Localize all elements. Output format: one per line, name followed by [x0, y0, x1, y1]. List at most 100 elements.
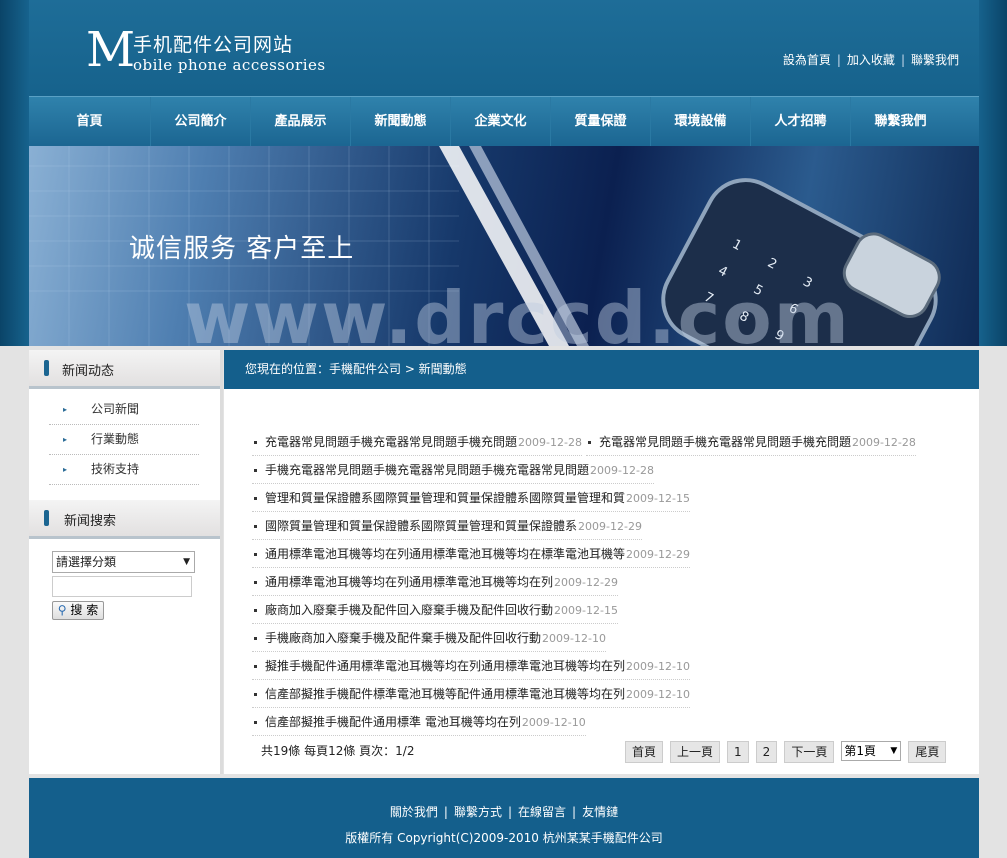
nav-news[interactable]: 新聞動態	[351, 97, 451, 147]
news-item[interactable]: 信產部擬推手機配件通用標準 電池耳機等均在列2009-12-10	[252, 714, 586, 736]
news-date: 2009-12-28	[851, 436, 916, 449]
news-row: 手機充電器常見問題手機充電器常見問題手機充電器常見問題2009-12-28	[252, 462, 920, 490]
set-homepage-link[interactable]: 設為首頁	[783, 53, 831, 67]
news-row: 國際質量管理和質量保證體系國際質量管理和質量保證體系2009-12-29	[252, 518, 920, 546]
footer-link-friends[interactable]: 友情鏈	[582, 805, 618, 819]
header-bar-icon	[44, 360, 49, 376]
category-select-value: 請選擇分類	[56, 555, 117, 569]
search-input[interactable]	[52, 576, 192, 597]
news-item[interactable]: 廠商加入廢棄手機及配件回入廢棄手機及配件回收行動2009-12-15	[252, 602, 618, 624]
first-page-button[interactable]: 首頁	[625, 741, 664, 763]
news-item[interactable]: 國際質量管理和質量保證體系國際質量管理和質量保證體系2009-12-29	[252, 518, 642, 540]
sidebar-item-label: 行業動態	[91, 432, 140, 446]
banner: 123 456 789 www.drccd.com 诚信服务 客户至上	[29, 146, 979, 346]
news-panel-title: 新闻动态	[62, 364, 115, 379]
nav-jobs[interactable]: 人才招聘	[751, 97, 851, 147]
news-item[interactable]: 充電器常見問題手機充電器常見問題手機充問題2009-12-28	[252, 434, 582, 456]
news-title: 管理和質量保證體系國際質量管理和質量保證體系國際質量管理和質	[265, 491, 626, 505]
news-item[interactable]: 通用標準電池耳機等均在列通用標準電池耳機等均在列2009-12-29	[252, 574, 618, 596]
news-item[interactable]: 擬推手機配件通用標準電池耳機等均在列通用標準電池耳機等均在列2009-12-10	[252, 658, 690, 680]
copyright: 版權所有 Copyright(C)2009-2010 杭州某某手機配件公司	[345, 831, 663, 845]
news-category-list: ▸ 公司新聞 ▸ 行業動態 ▸ 技術支持	[49, 395, 199, 485]
category-select[interactable]: 請選擇分類 ▼	[52, 551, 195, 573]
news-item[interactable]: 信產部擬推手機配件標準電池耳機等配件通用標準電池耳機等均在列2009-12-10	[252, 686, 690, 708]
sidebar-item-label: 技術支持	[91, 462, 140, 476]
nav-culture[interactable]: 企業文化	[451, 97, 551, 147]
search-button[interactable]: ⚲ 搜 索	[52, 601, 104, 620]
news-row: 信產部擬推手機配件標準電池耳機等配件通用標準電池耳機等均在列2009-12-10	[252, 686, 920, 714]
news-title: 廠商加入廢棄手機及配件回入廢棄手機及配件回收行動	[265, 603, 554, 617]
nav-home[interactable]: 首頁	[29, 97, 151, 147]
news-title: 國際質量管理和質量保證體系國際質量管理和質量保證體系	[265, 519, 578, 533]
footer-link-about[interactable]: 關於我們	[390, 805, 438, 819]
nav-contact[interactable]: 聯繫我們	[851, 97, 950, 147]
news-row: 信產部擬推手機配件通用標準 電池耳機等均在列2009-12-10	[252, 714, 920, 742]
news-row: 管理和質量保證體系國際質量管理和質量保證體系國際質量管理和質2009-12-15	[252, 490, 920, 518]
news-date: 2009-12-10	[521, 716, 586, 729]
last-page-button[interactable]: 尾頁	[908, 741, 947, 763]
pagination: 首頁 上一頁 1 2 下一頁 第1頁 ▼ 尾頁	[625, 741, 953, 763]
main-content: 您現在的位置：手機配件公司 > 新聞動態 充電器常見問題手機充電器常見問題手機充…	[224, 350, 979, 774]
arrow-right-icon: ▸	[63, 405, 68, 414]
separator: |	[836, 53, 841, 67]
sidebar-item-company-news[interactable]: ▸ 公司新聞	[49, 395, 199, 425]
news-title: 擬推手機配件通用標準電池耳機等均在列通用標準電池耳機等均在列	[265, 659, 626, 673]
footer-link-message[interactable]: 在線留言	[518, 805, 566, 819]
news-date: 2009-12-15	[554, 604, 618, 617]
news-panel-header: 新闻动态	[29, 350, 220, 389]
sidebar: 新闻动态 ▸ 公司新聞 ▸ 行業動態 ▸ 技術支持 新闻搜索 請選擇分類 ▼ ⚲…	[29, 350, 223, 774]
news-title: 信產部擬推手機配件通用標準 電池耳機等均在列	[265, 715, 521, 729]
banner-watermark: www.drccd.com	[184, 276, 851, 346]
page-select[interactable]: 第1頁 ▼	[841, 741, 902, 761]
nav-about[interactable]: 公司簡介	[151, 97, 251, 147]
nav-products[interactable]: 產品展示	[251, 97, 351, 147]
prev-page-button[interactable]: 上一頁	[670, 741, 721, 763]
sidebar-item-industry-news[interactable]: ▸ 行業動態	[49, 425, 199, 455]
separator: |	[572, 805, 577, 819]
news-date: 2009-12-10	[626, 660, 690, 673]
contact-link[interactable]: 聯繫我們	[911, 53, 959, 67]
breadcrumb: 您現在的位置：手機配件公司 > 新聞動態	[224, 350, 979, 389]
next-page-button[interactable]: 下一頁	[784, 741, 835, 763]
sidebar-item-tech-support[interactable]: ▸ 技術支持	[49, 455, 199, 485]
news-row: 通用標準電池耳機等均在列通用標準電池耳機等均在列2009-12-29	[252, 574, 920, 602]
search-form: 請選擇分類 ▼ ⚲ 搜 索	[29, 539, 220, 620]
arrow-right-icon: ▸	[63, 465, 68, 474]
add-favorite-link[interactable]: 加入收藏	[847, 53, 895, 67]
chevron-down-icon: ▼	[183, 557, 190, 567]
header: M 手机配件公司网站 obile phone accessories 設為首頁 |…	[29, 0, 979, 96]
arrow-right-icon: ▸	[63, 435, 68, 444]
nav-quality[interactable]: 質量保證	[551, 97, 651, 147]
news-date: 2009-12-10	[542, 632, 606, 645]
logo-subtitle: obile phone accessories	[133, 56, 326, 74]
footer: 關於我們 | 聯繫方式 | 在線留言 | 友情鏈 版權所有 Copyright(C)2009…	[29, 778, 979, 858]
top-links: 設為首頁 | 加入收藏 | 聯繫我們	[783, 51, 959, 68]
news-item[interactable]: 充電器常見問題手機充電器常見問題手機充問題2009-12-28	[585, 434, 916, 456]
news-list: 充電器常見問題手機充電器常見問題手機充問題2009-12-28 充電器常見問題手…	[252, 434, 920, 742]
news-item[interactable]: 手機充電器常見問題手機充電器常見問題手機充電器常見問題2009-12-28	[252, 462, 654, 484]
search-button-label: 搜 索	[70, 603, 99, 617]
news-row: 通用標準電池耳機等均在列通用標準電池耳機等均在標準電池耳機等2009-12-29	[252, 546, 920, 574]
page-2-button[interactable]: 2	[755, 741, 778, 763]
news-row: 擬推手機配件通用標準電池耳機等均在列通用標準電池耳機等均在列2009-12-10	[252, 658, 920, 686]
search-panel-title: 新闻搜索	[64, 514, 117, 529]
news-row: 手機廠商加入廢棄手機及配件棄手機及配件回收行動2009-12-10	[252, 630, 920, 658]
page-select-value: 第1頁	[844, 744, 876, 758]
news-title: 信產部擬推手機配件標準電池耳機等配件通用標準電池耳機等均在列	[265, 687, 626, 701]
news-date: 2009-12-29	[578, 520, 642, 533]
main-nav: 首頁 公司簡介 產品展示 新聞動態 企業文化 質量保證 環境設備 人才招聘 聯繫…	[29, 96, 979, 147]
page-1-button[interactable]: 1	[727, 741, 749, 763]
news-item[interactable]: 管理和質量保證體系國際質量管理和質量保證體系國際質量管理和質2009-12-15	[252, 490, 690, 512]
news-title: 充電器常見問題手機充電器常見問題手機充問題	[265, 435, 518, 449]
news-date: 2009-12-28	[590, 464, 654, 477]
logo-letter: M	[86, 22, 136, 78]
separator: |	[900, 53, 905, 67]
news-item[interactable]: 通用標準電池耳機等均在列通用標準電池耳機等均在標準電池耳機等2009-12-29	[252, 546, 690, 568]
chevron-down-icon: ▼	[890, 746, 898, 756]
nav-equipment[interactable]: 環境設備	[651, 97, 751, 147]
sidebar-item-label: 公司新聞	[91, 402, 140, 416]
pager-info: 共19條 每頁12條 頁次：1/2	[261, 744, 415, 758]
news-title: 手機充電器常見問題手機充電器常見問題手機充電器常見問題	[265, 463, 590, 477]
news-item[interactable]: 手機廠商加入廢棄手機及配件棄手機及配件回收行動2009-12-10	[252, 630, 606, 652]
footer-link-contact[interactable]: 聯繫方式	[454, 805, 502, 819]
